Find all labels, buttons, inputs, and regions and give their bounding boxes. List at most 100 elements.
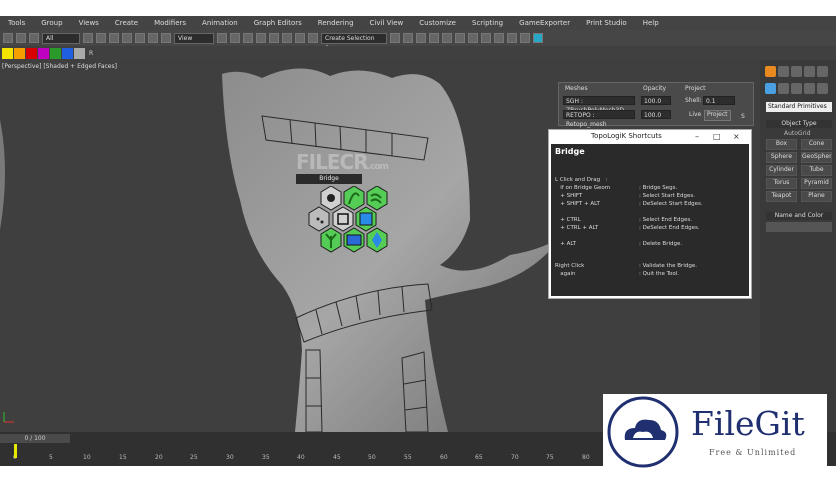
plane-button[interactable]: Plane [801,191,832,202]
high-mesh-field[interactable]: SGH : ZBrushPolyMesh3D [563,96,635,114]
menu-animation[interactable]: Animation [194,19,246,27]
menu-group[interactable]: Group [33,19,70,27]
geosphere-button[interactable]: GeoSphere [801,152,832,163]
scale-icon[interactable] [161,33,171,43]
keyboard-shortcut-icon[interactable] [243,33,253,43]
undo-icon[interactable] [3,33,13,43]
hierarchy-tab-icon[interactable] [791,66,802,77]
name-and-color-rollout[interactable]: Name and Color [766,212,832,220]
move-icon[interactable] [135,33,145,43]
menu-tools[interactable]: Tools [0,19,33,27]
render-icon[interactable] [507,33,517,43]
maximize-button[interactable]: □ [713,130,721,143]
snap-icon[interactable] [256,33,266,43]
color-swatch-red[interactable] [26,47,37,59]
color-swatch-green[interactable] [50,47,61,59]
dialog-titlebar[interactable]: TopoLogiK Shortcuts – □ × [549,130,751,143]
modify-tab-icon[interactable] [778,66,789,77]
mirror-icon[interactable] [390,33,400,43]
edit-named-selection-icon[interactable] [308,33,318,43]
menu-civil-view[interactable]: Civil View [362,19,412,27]
cylinder-button[interactable]: Cylinder [766,165,797,176]
object-type-rollout[interactable]: Object Type [766,120,832,128]
named-selection-dropdown[interactable]: Create Selection Se [321,32,387,52]
shapes-icon[interactable] [778,83,789,94]
menu-help[interactable]: Help [635,19,667,27]
project-button[interactable]: Project [704,110,731,121]
autogrid-checkbox[interactable]: AutoGrid [762,130,836,137]
color-swatch-orange[interactable] [14,47,25,59]
retopo-mesh-field[interactable]: RETOPO : Retopo_mesh [563,110,635,128]
shortcut-action: : Validate the Bridge. [639,263,697,269]
menu-views[interactable]: Views [71,19,107,27]
spinner-snap-icon[interactable] [295,33,305,43]
align-icon[interactable] [403,33,413,43]
viewport-label[interactable]: [Perspective] [Shaded + Edged Faces] [2,63,117,70]
percent-snap-icon[interactable] [282,33,292,43]
a360-icon[interactable] [533,33,543,43]
rotate-icon[interactable] [148,33,158,43]
menu-modifiers[interactable]: Modifiers [146,19,194,27]
menu-graph-editors[interactable]: Graph Editors [246,19,310,27]
schematic-icon[interactable] [455,33,465,43]
color-swatch-blue[interactable] [62,47,73,59]
hex-wave-icon[interactable] [366,186,388,211]
opacity-retopo-field[interactable]: 100.0 [641,110,671,119]
menu-rendering[interactable]: Rendering [310,19,362,27]
selection-filter-dropdown[interactable]: All [42,32,80,44]
render-cloud-icon[interactable] [520,33,530,43]
geometry-icon[interactable] [765,83,776,94]
cone-button[interactable]: Cone [801,139,832,150]
redo-icon[interactable] [16,33,26,43]
opacity-high-field[interactable]: 100.0 [641,96,671,105]
graphite-icon[interactable] [429,33,439,43]
hex-draw-icon[interactable] [343,186,365,211]
teapot-button[interactable]: Teapot [766,191,797,202]
box-button[interactable]: Box [766,139,797,150]
color-swatch-magenta[interactable] [38,47,49,59]
curve-editor-icon[interactable] [442,33,452,43]
menu-scripting[interactable]: Scripting [464,19,511,27]
close-button[interactable]: × [733,130,740,143]
material-editor-icon[interactable] [468,33,478,43]
shortcut-action: : Quit the Tool. [639,271,680,277]
pyramid-button[interactable]: Pyramid [801,178,832,189]
lights-icon[interactable] [791,83,802,94]
torus-button[interactable]: Torus [766,178,797,189]
time-slider-handle[interactable] [14,444,17,458]
render-setup-icon[interactable] [481,33,491,43]
link-icon[interactable] [29,33,39,43]
helpers-icon[interactable] [817,83,828,94]
time-slider-frames[interactable]: 0 / 100 [0,434,70,443]
reference-coordinate-dropdown[interactable]: View [174,32,214,44]
color-swatch-gray[interactable] [74,47,85,59]
s-button[interactable]: S [741,113,745,120]
shell-field[interactable]: 0.1 [703,96,735,105]
select-by-name-icon[interactable] [96,33,106,43]
sphere-button[interactable]: Sphere [766,152,797,163]
topologik-mesh-panel: Meshes Opacity Project SGH : ZBrushPolyM… [558,82,754,128]
cameras-icon[interactable] [804,83,815,94]
menu-print-studio[interactable]: Print Studio [578,19,635,27]
select-manipulate-icon[interactable] [230,33,240,43]
menu-create[interactable]: Create [107,19,146,27]
display-tab-icon[interactable] [817,66,828,77]
angle-snap-icon[interactable] [269,33,279,43]
minimize-button[interactable]: – [695,130,699,143]
menu-customize[interactable]: Customize [411,19,464,27]
primitive-type-dropdown[interactable]: Standard Primitives [766,102,832,112]
create-tab-icon[interactable] [765,66,776,77]
select-icon[interactable] [83,33,93,43]
window-crossing-icon[interactable] [122,33,132,43]
pivot-icon[interactable] [217,33,227,43]
render-frame-icon[interactable] [494,33,504,43]
menu-gameexporter[interactable]: GameExporter [511,19,578,27]
tube-button[interactable]: Tube [801,165,832,176]
object-name-field[interactable] [766,222,832,232]
timeline-track[interactable]: 0 5 10 15 20 25 30 35 40 45 50 55 60 65 … [13,445,604,463]
color-swatch-yellow[interactable] [2,47,13,59]
rect-selection-icon[interactable] [109,33,119,43]
motion-tab-icon[interactable] [804,66,815,77]
hex-edit-icon[interactable] [332,206,354,232]
layer-icon[interactable] [416,33,426,43]
